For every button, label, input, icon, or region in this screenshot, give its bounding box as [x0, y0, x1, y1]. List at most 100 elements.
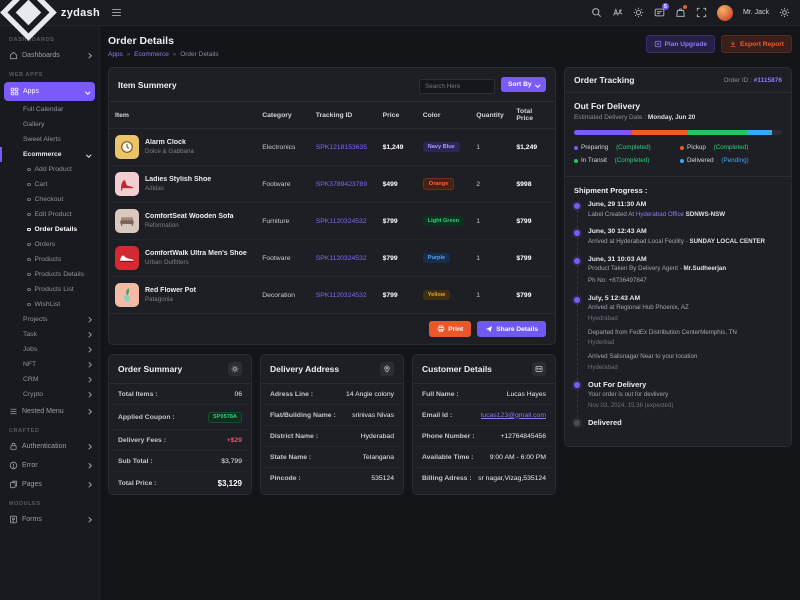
print-button[interactable]: Print: [429, 321, 471, 337]
customer-row: Full Name :Lucas Hayes: [413, 384, 555, 405]
sidebar-item-jobs[interactable]: Jobs: [0, 342, 99, 357]
sidebar-item-error[interactable]: Error: [0, 456, 99, 475]
tracking-id-link[interactable]: SPK1120324532: [316, 292, 367, 299]
fullscreen-icon[interactable]: [696, 7, 707, 18]
estimated-delivery-date: Estimated Delivery Date : Monday, Jun 20: [574, 114, 782, 121]
col-total-price: Total Price: [510, 102, 555, 129]
tracking-id-link[interactable]: SPK3789423789: [316, 181, 367, 188]
email-link[interactable]: lucas123@gmail.com: [481, 412, 546, 419]
tracking-id-link[interactable]: SPK1120324532: [316, 218, 367, 225]
customer-details-card: Customer Details Full Name :Lucas Hayes …: [412, 354, 556, 495]
settings-gear-icon[interactable]: [779, 7, 790, 18]
sort-by-button[interactable]: Sort By: [501, 77, 546, 92]
menu-icon[interactable]: [112, 9, 121, 17]
user-name[interactable]: Mr. Jack: [743, 9, 769, 16]
progress-segment-in-transit: [688, 130, 746, 135]
tracking-id-link[interactable]: SPK1120324532: [316, 255, 367, 262]
summary-row-total: Total Price :$3,129: [109, 472, 251, 494]
color-badge: Light Green: [423, 216, 464, 226]
share-details-button[interactable]: Share Details: [477, 321, 546, 337]
cart-notification-dot: [683, 5, 687, 9]
sidebar-item-crm[interactable]: CRM: [0, 372, 99, 387]
sidebar-item-sweet-alerts[interactable]: Sweet Alerts: [0, 132, 99, 147]
product-thumbnail-heel-shoe: [115, 172, 139, 196]
order-summary-title: Order Summary: [118, 364, 182, 374]
breadcrumb-ecommerce[interactable]: Ecommerce: [134, 51, 169, 58]
pages-icon: [9, 480, 18, 489]
sidebar-item-task[interactable]: Task: [0, 327, 99, 342]
sidebar-item-products[interactable]: Products: [0, 252, 99, 267]
search-icon[interactable]: [591, 7, 602, 18]
sidebar-item-products-details[interactable]: Products Details: [0, 267, 99, 282]
summary-row: Delivery Fees :+$29: [109, 430, 251, 451]
bullet-icon: [27, 228, 31, 232]
sidebar-item-orders[interactable]: Orders: [0, 237, 99, 252]
table-row: ComfortWalk Ultra Men's ShoeUrban Outfit…: [109, 240, 555, 277]
sidebar-item-ecommerce[interactable]: Ecommerce: [0, 147, 99, 162]
search-input[interactable]: [419, 79, 495, 94]
timeline-dot: [574, 203, 580, 209]
col-tracking-id: Tracking ID: [310, 102, 377, 129]
chevron-right-icon: [86, 517, 91, 522]
customer-details-title: Customer Details: [422, 364, 492, 374]
sidebar-item-crypto[interactable]: Crypto: [0, 387, 99, 402]
sidebar-item-dashboards[interactable]: Dashboards: [0, 46, 99, 65]
bullet-icon: [27, 303, 31, 307]
facility-link[interactable]: Hyderabad Office: [636, 211, 684, 218]
sidebar-item-cart[interactable]: Cart: [0, 177, 99, 192]
sidebar-item-full-calendar[interactable]: Full Calendar: [0, 102, 99, 117]
sidebar-item-wishlist[interactable]: WishList: [0, 297, 99, 312]
order-summary-settings-button[interactable]: [228, 362, 242, 376]
sidebar-item-nft[interactable]: NFT: [0, 357, 99, 372]
logo[interactable]: zydash: [0, 0, 100, 26]
sidebar-item-checkout[interactable]: Checkout: [0, 192, 99, 207]
sidebar-item-apps[interactable]: Apps: [4, 82, 95, 101]
sidebar-item-nested-menu[interactable]: Nested Menu: [0, 402, 99, 421]
tracking-id-link[interactable]: SPK1218153635: [316, 144, 367, 151]
timeline-dot: [574, 420, 580, 426]
sidebar-item-projects[interactable]: Projects: [0, 312, 99, 327]
theme-toggle-icon[interactable]: [633, 7, 644, 18]
sidebar-item-order-details[interactable]: Order Details: [0, 222, 99, 237]
page-header: Order Details Apps » Ecommerce » Order D…: [108, 35, 792, 58]
col-category: Category: [256, 102, 310, 129]
breadcrumb-separator: »: [173, 52, 176, 58]
sidebar-item-pages[interactable]: Pages: [0, 475, 99, 494]
bullet-icon: [27, 288, 31, 292]
summary-row: Sub Total :$3,799: [109, 451, 251, 472]
timeline-event-delivered: Delivered: [574, 418, 782, 436]
sidebar-item-products-list[interactable]: Products List: [0, 282, 99, 297]
delivery-address-map-button[interactable]: [380, 362, 394, 376]
chevron-right-icon: [86, 409, 91, 414]
table-header-row: Item Category Tracking ID Price Color Qu…: [109, 102, 555, 129]
plus-square-icon: [654, 40, 662, 48]
language-icon[interactable]: [612, 7, 623, 18]
logo-diamond-icon: [0, 0, 57, 41]
col-price: Price: [377, 102, 417, 129]
sidebar-item-edit-product[interactable]: Edit Product: [0, 207, 99, 222]
sidebar-item-authentication[interactable]: Authentication: [0, 437, 99, 456]
bullet-icon: [27, 213, 31, 217]
cart-icon[interactable]: [675, 7, 686, 18]
col-quantity: Quantity: [470, 102, 510, 129]
breadcrumb-apps[interactable]: Apps: [108, 51, 123, 58]
customer-row: Billing Adress :sr nagar,Vizag,535124: [413, 468, 555, 488]
product-thumbnail-alarm-clock: [115, 135, 139, 159]
chevron-right-icon: [86, 347, 91, 352]
summary-row: Total Items :06: [109, 384, 251, 405]
gear-icon: [231, 365, 239, 373]
location-pin-icon: [383, 365, 391, 373]
sidebar-item-add-product[interactable]: Add Product: [0, 162, 99, 177]
plan-upgrade-button[interactable]: Plan Upgrade: [646, 35, 716, 53]
id-card-icon: [535, 365, 543, 373]
sidebar: DASHBOARDS Dashboards WEB APPS Apps Full…: [0, 26, 100, 600]
item-summary-table: Item Category Tracking ID Price Color Qu…: [109, 102, 555, 313]
messages-icon[interactable]: 5: [654, 7, 665, 18]
shipment-progress-heading: Shipment Progress :: [565, 177, 791, 198]
sidebar-item-forms[interactable]: Forms: [0, 510, 99, 529]
avatar[interactable]: [717, 5, 733, 21]
sidebar-item-gallery[interactable]: Gallery: [0, 117, 99, 132]
chevron-right-icon: [86, 317, 91, 322]
export-report-button[interactable]: Export Report: [721, 35, 792, 53]
customer-details-card-button[interactable]: [532, 362, 546, 376]
